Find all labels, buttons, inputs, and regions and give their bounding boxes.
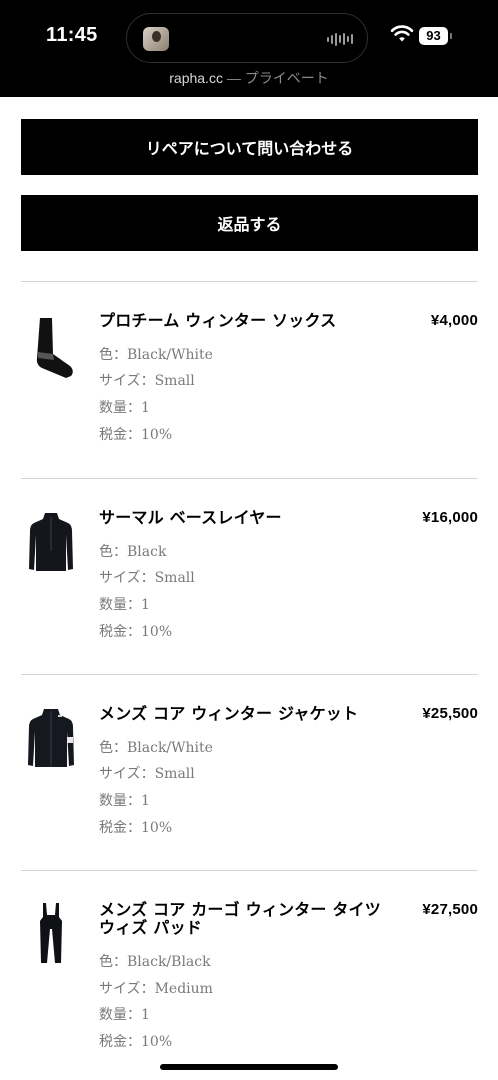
item-quantity: 数量：1 bbox=[99, 597, 150, 613]
item-name[interactable]: メンズ コア ウィンター ジャケット bbox=[99, 705, 399, 723]
return-button[interactable]: 返品する bbox=[21, 195, 478, 251]
item-size: サイズ：Small bbox=[99, 373, 195, 389]
order-item: プロチーム ウィンター ソックス ¥4,000 色：Black/White サイ… bbox=[21, 312, 478, 482]
order-item: メンズ コア カーゴ ウィンター タイツ ウィズ パッド ¥27,500 色：B… bbox=[21, 901, 478, 1071]
wifi-icon bbox=[390, 25, 414, 42]
item-price: ¥25,500 bbox=[422, 705, 478, 722]
item-size: サイズ：Small bbox=[99, 766, 195, 782]
sock-icon bbox=[36, 318, 73, 378]
item-name[interactable]: メンズ コア カーゴ ウィンター タイツ ウィズ パッド bbox=[99, 901, 399, 937]
bib-tights-icon bbox=[40, 903, 62, 963]
repair-inquiry-button[interactable]: リペアについて問い合わせる bbox=[21, 119, 478, 175]
item-tax: 税金：10% bbox=[99, 820, 173, 836]
item-color: 色：Black/White bbox=[99, 740, 213, 756]
item-tax: 税金：10% bbox=[99, 624, 173, 640]
baselayer-icon bbox=[29, 513, 73, 571]
item-quantity: 数量：1 bbox=[99, 400, 150, 416]
divider bbox=[21, 674, 478, 675]
url-bar[interactable]: rapha.cc — プライベート bbox=[0, 68, 498, 88]
status-bar: 11:45 93 rapha.cc — プライベート bbox=[0, 0, 498, 97]
divider bbox=[21, 870, 478, 871]
divider bbox=[21, 478, 478, 479]
item-price: ¥16,000 bbox=[422, 509, 478, 526]
item-name[interactable]: プロチーム ウィンター ソックス bbox=[99, 312, 399, 330]
item-tax: 税金：10% bbox=[99, 427, 173, 443]
item-color: 色：Black/White bbox=[99, 347, 213, 363]
status-time: 11:45 bbox=[46, 24, 98, 46]
battery-level: 93 bbox=[419, 27, 448, 45]
item-quantity: 数量：1 bbox=[99, 793, 150, 809]
divider bbox=[21, 281, 478, 282]
jacket-icon bbox=[28, 709, 74, 767]
item-tax: 税金：10% bbox=[99, 1034, 173, 1050]
order-item: メンズ コア ウィンター ジャケット ¥25,500 色：Black/White… bbox=[21, 705, 478, 875]
item-quantity: 数量：1 bbox=[99, 1007, 150, 1023]
dynamic-island[interactable] bbox=[126, 13, 368, 63]
order-item: サーマル ベースレイヤー ¥16,000 色：Black サイズ：Small 数… bbox=[21, 509, 478, 679]
item-size: サイズ：Small bbox=[99, 570, 195, 586]
url-host: rapha.cc bbox=[169, 70, 223, 86]
home-indicator[interactable] bbox=[160, 1064, 338, 1070]
battery-icon: 93 bbox=[419, 26, 452, 46]
audio-waveform-icon bbox=[327, 32, 353, 46]
item-name[interactable]: サーマル ベースレイヤー bbox=[99, 509, 399, 527]
item-price: ¥27,500 bbox=[422, 901, 478, 918]
private-mode-label: プライベート bbox=[244, 70, 329, 86]
item-size: サイズ：Medium bbox=[99, 981, 213, 997]
item-color: 色：Black/Black bbox=[99, 954, 211, 970]
item-price: ¥4,000 bbox=[430, 312, 478, 329]
item-color: 色：Black bbox=[99, 544, 167, 560]
now-playing-avatar bbox=[143, 27, 169, 51]
url-separator: — bbox=[222, 70, 245, 86]
